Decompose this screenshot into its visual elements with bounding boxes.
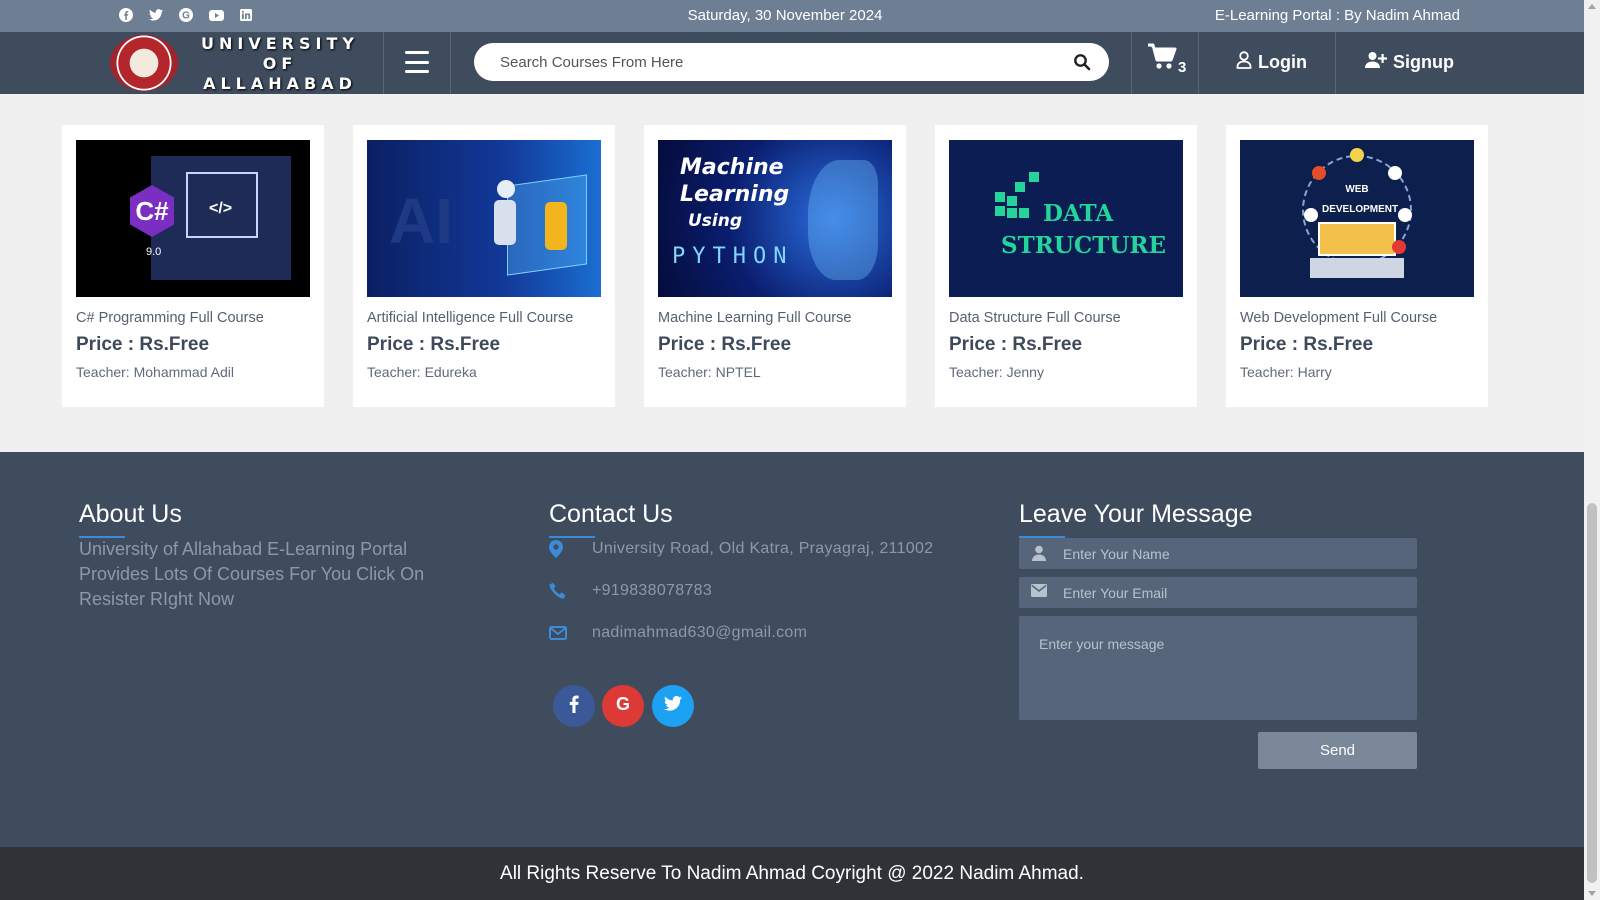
copyright-bar: All Rights Reserve To Nadim Ahmad Coyrig… [0,847,1584,900]
twitter-icon [664,696,682,716]
course-thumbnail: DATA STRUCTURE [949,140,1183,297]
contact-address: University Road, Old Katra, Prayagraj, 2… [549,540,933,558]
login-label: Login [1258,52,1307,72]
page-scrollbar[interactable] [1584,0,1600,900]
message-textarea[interactable] [1019,616,1417,720]
course-teacher: Teacher: Mohammad Adil [76,364,234,380]
nav-divider [1335,32,1336,94]
course-price: Price : Rs.Free [76,334,210,355]
contact-heading: Contact Us [549,500,673,538]
thumbnail-label: Using [688,211,743,231]
thumbnail-label: WEB [1345,184,1369,195]
thumbnail-label: STRUCTURE [1001,232,1167,259]
signup-link[interactable]: Signup [1365,51,1454,74]
course-card[interactable]: Machine Learning Using PYTHON Machine Le… [644,125,906,407]
copyright-text: All Rights Reserve To Nadim Ahmad Coyrig… [500,862,1084,884]
course-title[interactable]: Artificial Intelligence Full Course [367,310,601,326]
thumbnail-label: DATA [1043,200,1114,227]
message-heading: Leave Your Message [1019,500,1253,538]
thumbnail-label: PYTHON [672,244,794,269]
contact-email: nadimahmad630@gmail.com [549,624,807,642]
nav-divider [1198,32,1199,94]
thumbnail-label: Learning [680,182,790,207]
facebook-icon [569,695,579,718]
cart-icon [1147,43,1177,76]
course-title[interactable]: Machine Learning Full Course [658,310,892,326]
course-teacher: Teacher: Harry [1240,364,1332,380]
cart-count: 3 [1178,59,1187,76]
course-price: Price : Rs.Free [949,334,1083,355]
google-button[interactable]: G [602,685,644,727]
nav-divider [383,32,384,94]
email-text[interactable]: nadimahmad630@gmail.com [592,624,807,642]
svg-text:G: G [616,695,630,713]
phone-text[interactable]: +919838078783 [592,582,712,600]
scrollbar-thumb[interactable] [1587,503,1597,883]
course-list: </> C# 9.0 C# Programming Full Course Pr… [62,125,1490,407]
search-icon[interactable] [1073,53,1091,71]
twitter-button[interactable] [652,685,694,727]
course-thumbnail: WEB DEVELOPMENT [1240,140,1474,297]
navbar: UNIVERSITY OF ALLAHABAD 3 Login Signup [0,32,1584,94]
thumbnail-label: 9.0 [146,246,162,258]
svg-text:C#: C# [135,196,169,226]
map-pin-icon [549,540,592,558]
menu-toggle-icon[interactable] [405,51,429,73]
course-card[interactable]: DATA STRUCTURE Data Structure Full Cours… [935,125,1197,407]
address-text: University Road, Old Katra, Prayagraj, 2… [592,540,934,557]
envelope-icon [1031,584,1047,602]
thumbnail-label: AI [389,185,453,257]
search-input[interactable] [500,43,1040,81]
course-teacher: Teacher: Jenny [949,364,1044,380]
course-title[interactable]: C# Programming Full Course [76,310,310,326]
about-heading: About Us [79,500,182,538]
course-card[interactable]: </> C# 9.0 C# Programming Full Course Pr… [62,125,324,407]
thumbnail-label: DEVELOPMENT [1322,204,1399,215]
top-bar: G Saturday, 30 November 2024 E-Learning … [0,0,1584,32]
course-thumbnail: AI [367,140,601,297]
portal-brand: E-Learning Portal : By Nadim Ahmad [1214,7,1460,24]
cart-button[interactable]: 3 [1147,43,1187,76]
university-name-line: UNIVERSITY [201,34,359,53]
google-icon: G [614,694,632,718]
footer: About Us University of Allahabad E-Learn… [0,452,1584,847]
contact-phone: +919838078783 [549,582,712,600]
user-plus-icon [1365,51,1387,74]
university-name-line: OF [262,54,298,73]
nav-divider [1131,32,1132,94]
name-field [1019,538,1417,569]
course-teacher: Teacher: NPTEL [658,364,761,380]
course-price: Price : Rs.Free [367,334,501,355]
course-teacher: Teacher: Edureka [367,364,477,380]
phone-icon [549,582,592,600]
thumbnail-label: Machine [680,155,784,180]
email-field [1019,577,1417,608]
login-link[interactable]: Login [1236,51,1307,74]
nav-divider [450,32,451,94]
name-input[interactable] [1063,538,1403,569]
university-name[interactable]: UNIVERSITY OF ALLAHABAD [200,34,360,94]
user-icon [1031,545,1047,566]
send-button[interactable]: Send [1258,732,1417,769]
signup-label: Signup [1393,52,1454,72]
scroll-down-icon[interactable] [1588,891,1596,896]
scroll-up-icon[interactable] [1588,4,1596,9]
course-thumbnail: Machine Learning Using PYTHON [658,140,892,297]
facebook-button[interactable] [553,685,595,727]
course-card[interactable]: AI Artificial Intelligence Full Course P… [353,125,615,407]
email-input[interactable] [1063,577,1403,608]
user-icon [1236,51,1252,74]
envelope-icon [549,626,592,640]
about-text: University of Allahabad E-Learning Porta… [79,539,425,609]
university-logo[interactable] [110,35,178,91]
course-title[interactable]: Data Structure Full Course [949,310,1183,326]
course-price: Price : Rs.Free [1240,334,1374,355]
course-thumbnail: </> C# 9.0 [76,140,310,297]
course-title[interactable]: Web Development Full Course [1240,310,1474,326]
course-price: Price : Rs.Free [658,334,792,355]
course-card[interactable]: WEB DEVELOPMENT Web Development Full Cou… [1226,125,1488,407]
university-name-line: ALLAHABAD [203,74,357,93]
search-bar [474,43,1109,81]
